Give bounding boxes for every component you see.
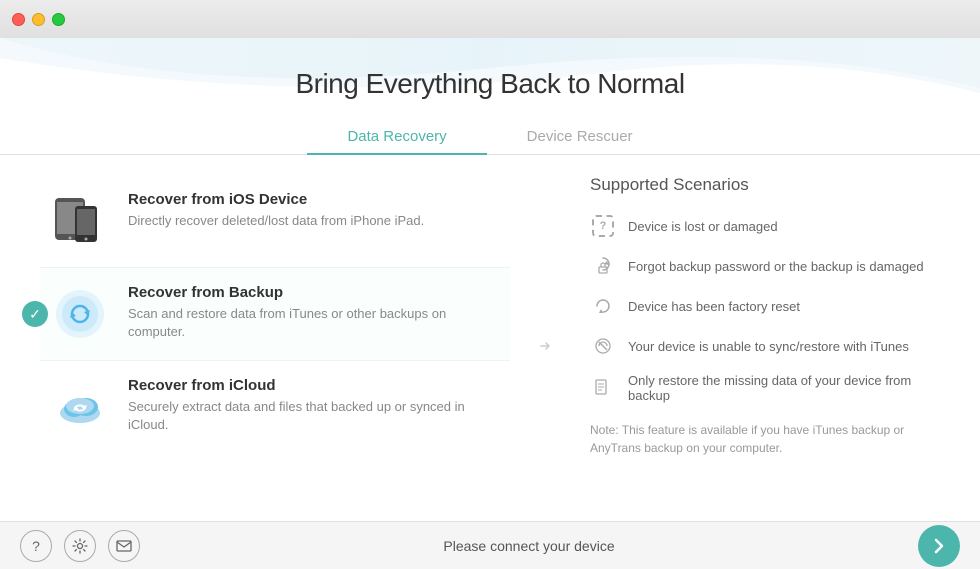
tabs-container: Data Recovery Device Rescuer <box>0 120 980 155</box>
recovery-item-ios[interactable]: Recover from iOS Device Directly recover… <box>40 175 510 268</box>
ios-device-icon <box>50 191 110 251</box>
left-column: Recover from iOS Device Directly recover… <box>40 175 530 457</box>
backup-item-title: Recover from Backup <box>128 284 500 301</box>
scenario-password-text: Forgot backup password or the backup is … <box>628 259 924 274</box>
bottom-bar: ? Please connect your device <box>0 521 980 569</box>
status-text: Please connect your device <box>140 538 918 554</box>
scenario-sync-text: Your device is unable to sync/restore wi… <box>628 339 909 354</box>
page-title: Bring Everything Back to Normal <box>295 68 684 100</box>
bottom-action-buttons: ? <box>20 530 140 562</box>
content-area: Bring Everything Back to Normal Data Rec… <box>0 38 980 457</box>
scenario-item-lost: ? Device is lost or damaged <box>590 213 940 239</box>
lost-damaged-icon: ? <box>590 213 616 239</box>
factory-reset-icon <box>590 293 616 319</box>
ios-item-title: Recover from iOS Device <box>128 191 424 208</box>
scenario-item-missing: Only restore the missing data of your de… <box>590 373 940 403</box>
scenarios-note: Note: This feature is available if you h… <box>590 421 930 457</box>
scenario-item-password: Forgot backup password or the backup is … <box>590 253 940 279</box>
backup-item-desc: Scan and restore data from iTunes or oth… <box>128 305 500 341</box>
icloud-item-title: Recover from iCloud <box>128 377 500 394</box>
mail-button[interactable] <box>108 530 140 562</box>
scenarios-title: Supported Scenarios <box>590 175 940 195</box>
settings-button[interactable] <box>64 530 96 562</box>
icloud-item-desc: Securely extract data and files that bac… <box>128 398 500 434</box>
right-column: Supported Scenarios ? Device is lost or … <box>560 175 940 457</box>
missing-data-icon <box>590 375 616 401</box>
scenario-missing-text: Only restore the missing data of your de… <box>628 373 940 403</box>
next-button[interactable] <box>918 525 960 567</box>
scenario-item-sync: Your device is unable to sync/restore wi… <box>590 333 940 359</box>
backup-lock-icon <box>590 253 616 279</box>
scenario-item-reset: Device has been factory reset <box>590 293 940 319</box>
title-bar <box>0 0 980 38</box>
ios-item-desc: Directly recover deleted/lost data from … <box>128 212 424 230</box>
icloud-icon <box>50 377 110 437</box>
column-divider-arrow <box>530 235 560 457</box>
scenario-reset-text: Device has been factory reset <box>628 299 800 314</box>
maximize-button[interactable] <box>52 13 65 26</box>
recovery-item-icloud[interactable]: Recover from iCloud Securely extract dat… <box>40 361 510 453</box>
main-content: Bring Everything Back to Normal Data Rec… <box>0 38 980 521</box>
tab-data-recovery[interactable]: Data Recovery <box>307 120 486 155</box>
selected-check-badge: ✓ <box>22 301 48 327</box>
columns-layout: Recover from iOS Device Directly recover… <box>40 175 940 457</box>
traffic-lights <box>12 13 65 26</box>
minimize-button[interactable] <box>32 13 45 26</box>
sync-fail-icon <box>590 333 616 359</box>
ios-item-text: Recover from iOS Device Directly recover… <box>128 191 424 230</box>
help-button[interactable]: ? <box>20 530 52 562</box>
scenario-lost-text: Device is lost or damaged <box>628 219 778 234</box>
tab-device-rescuer[interactable]: Device Rescuer <box>487 120 673 155</box>
backup-icon <box>50 284 110 344</box>
icloud-item-text: Recover from iCloud Securely extract dat… <box>128 377 500 434</box>
backup-item-text: Recover from Backup Scan and restore dat… <box>128 284 500 341</box>
recovery-item-backup[interactable]: ✓ Recover f <box>40 268 510 361</box>
close-button[interactable] <box>12 13 25 26</box>
